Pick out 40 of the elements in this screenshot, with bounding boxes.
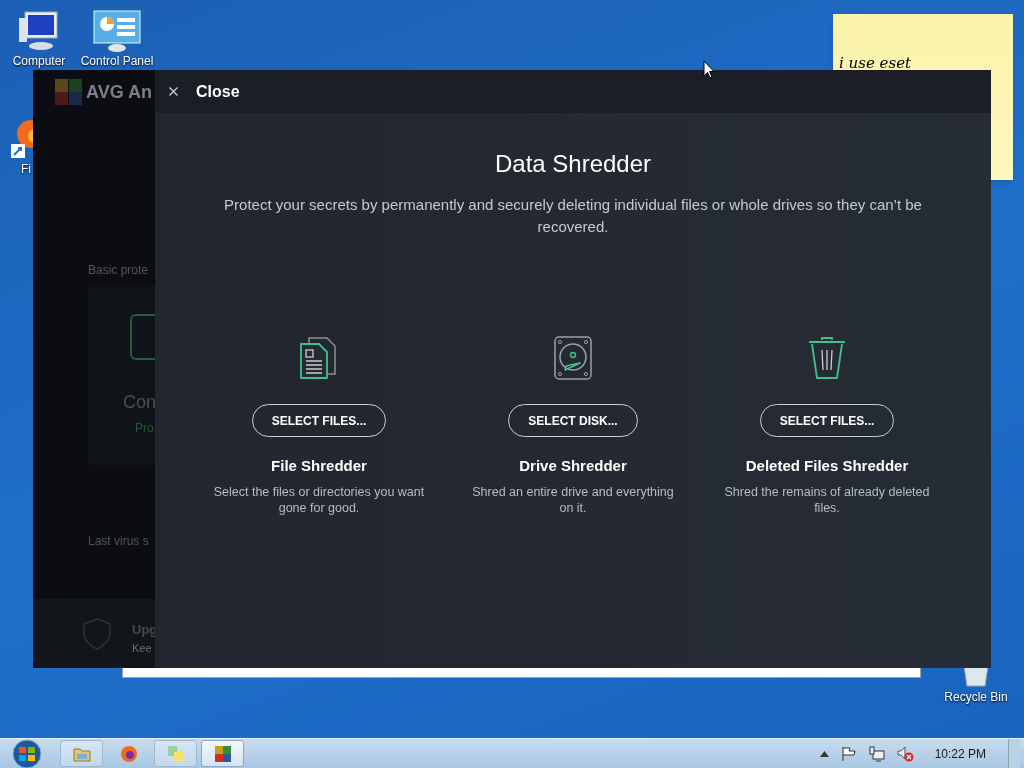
panel-description: Protect your secrets by permanently and securely deleting individual files or whole drives so they can’t be recovered. [223, 195, 923, 237]
tool-title: Drive Shredder [519, 456, 627, 476]
flag-icon[interactable] [840, 745, 857, 762]
last-scan-label: Last virus s [88, 533, 149, 550]
shield-icon [82, 617, 112, 651]
desktop-icon-label[interactable]: Control Panel [80, 54, 154, 69]
panel-title: Data Shredder [493, 149, 653, 179]
folder-icon [72, 745, 91, 762]
tool-description: Select the files or directories you want gone for good. [212, 483, 426, 516]
document-icon [299, 336, 339, 380]
tool-title: File Shredder [271, 456, 367, 476]
monitor-icon [130, 313, 155, 363]
desktop-icon-label[interactable]: Recycle Bin [944, 690, 1008, 705]
show-hidden-icons-icon[interactable] [819, 750, 829, 757]
mouse-cursor-icon [703, 60, 715, 79]
close-icon [169, 87, 178, 96]
computer-icon [17, 10, 61, 52]
clock[interactable]: 10:22 PM [934, 744, 986, 763]
trash-icon [807, 336, 847, 380]
tool-title: Deleted Files Shredder [745, 456, 909, 476]
tool-description: Shred the remains of already deleted files. [723, 483, 931, 516]
desktop-icon-label[interactable]: Computer [12, 54, 66, 69]
upgrade-text: Kee [132, 641, 152, 656]
logo-icon [55, 78, 83, 106]
section-label: Basic prote [88, 262, 149, 279]
muted-speaker-icon[interactable] [896, 745, 915, 762]
card-title: Con [123, 391, 157, 414]
taskbar-app-button[interactable] [201, 740, 244, 767]
app-logo-text: AVG An [86, 80, 152, 104]
sticky-note-text: i use eset [839, 53, 912, 74]
control-panel-icon [93, 10, 141, 52]
close-button[interactable]: Close [169, 79, 240, 104]
tool-description: Shred an entire drive and everything on it. [471, 483, 675, 516]
card-status: Pro [135, 420, 154, 437]
logo-icon [213, 744, 232, 763]
notes-icon [166, 744, 185, 763]
hard-drive-icon [554, 336, 592, 380]
desktop-icon-label[interactable]: Fi [21, 162, 31, 177]
firefox-icon [119, 744, 138, 763]
network-icon[interactable] [868, 745, 885, 762]
